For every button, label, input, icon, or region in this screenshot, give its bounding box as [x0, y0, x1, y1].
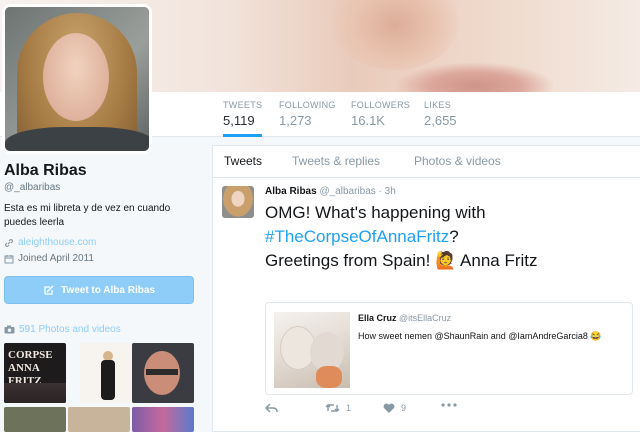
stat-tweets-label: TWEETS — [223, 100, 263, 110]
media-thumbnail-4[interactable] — [4, 407, 66, 432]
profile-joined-row: Joined April 2011 — [4, 253, 94, 264]
tweet-header: Alba Ribas @_albaribas · 3h — [265, 186, 396, 197]
like-button[interactable]: 9 — [383, 403, 406, 413]
quoted-tweet-image[interactable] — [274, 312, 350, 388]
tab-photos-videos[interactable]: Photos & videos — [414, 154, 501, 168]
tweet-text-question: ? — [449, 227, 459, 246]
tweet-author-avatar[interactable] — [222, 186, 254, 218]
quoted-tweet[interactable]: Ella Cruz @itsEllaCruz How sweet nemen @… — [265, 302, 633, 395]
tweet-author-handle[interactable]: @_albaribas — [319, 186, 375, 197]
quoted-tweet-text: How sweet nemen @ShaunRain and @IamAndre… — [358, 331, 602, 341]
retweet-icon — [325, 404, 340, 412]
tweet-text: OMG! What's happening with #TheCorpseOfA… — [265, 201, 635, 273]
media-thumbnail-1[interactable]: CORPSE ANNA FRITZ — [4, 343, 66, 403]
quoted-author-name[interactable]: Ella Cruz — [358, 313, 397, 323]
tweet-author-name[interactable]: Alba Ribas — [265, 186, 317, 197]
stat-likes-value: 2,655 — [424, 113, 457, 128]
camera-icon — [4, 325, 15, 334]
banner-lip-detail — [395, 62, 555, 92]
media-thumbnail-6[interactable] — [132, 407, 194, 432]
heart-icon — [383, 403, 395, 413]
tab-tweets-replies[interactable]: Tweets & replies — [292, 154, 380, 168]
reply-icon — [265, 403, 278, 413]
profile-website-row: aleighthouse.com — [4, 237, 96, 248]
stat-tweets[interactable]: TWEETS 5,119 — [223, 100, 263, 137]
stat-following-label: FOLLOWING — [279, 100, 336, 110]
more-dots-icon — [441, 403, 457, 407]
compose-icon — [44, 285, 54, 295]
banner-face-detail — [330, 0, 460, 70]
tweet-text-line3: Greetings from Spain! 🙋 Anna Fritz — [265, 251, 538, 270]
tweet-hashtag[interactable]: #TheCorpseOfAnnaFritz — [265, 227, 449, 246]
stat-followers-label: FOLLOWERS — [351, 100, 411, 110]
media-thumbnail-5[interactable] — [68, 407, 130, 432]
profile-website-link[interactable]: aleighthouse.com — [18, 237, 96, 248]
stat-followers[interactable]: FOLLOWERS 16.1K — [351, 100, 410, 128]
timeline: Tweets Tweets & replies Photos & videos … — [212, 145, 640, 432]
more-button[interactable] — [441, 403, 457, 407]
profile-joined-text: Joined April 2011 — [18, 253, 94, 264]
retweet-count: 1 — [346, 403, 352, 413]
profile-name[interactable]: Alba Ribas — [4, 162, 87, 180]
reply-button[interactable] — [265, 403, 278, 413]
like-count: 9 — [401, 403, 407, 413]
profile-avatar[interactable] — [2, 4, 152, 154]
photos-videos-link[interactable]: 591 Photos and videos — [4, 324, 121, 335]
stat-tweets-value: 5,119 — [223, 113, 255, 128]
quoted-tweet-header: Ella Cruz @itsEllaCruz — [358, 313, 451, 323]
stat-followers-value: 16.1K — [351, 113, 385, 128]
stat-following[interactable]: FOLLOWING 1,273 — [279, 100, 336, 128]
stat-following-value: 1,273 — [279, 113, 312, 128]
quoted-author-handle[interactable]: @itsEllaCruz — [399, 313, 451, 323]
tab-tweets[interactable]: Tweets — [224, 154, 262, 168]
calendar-icon — [4, 254, 14, 263]
link-icon — [5, 238, 13, 247]
stat-likes-label: LIKES — [424, 100, 452, 110]
tweet-timestamp[interactable]: · 3h — [379, 186, 396, 197]
photos-videos-label: 591 Photos and videos — [19, 324, 121, 335]
retweet-button[interactable]: 1 — [325, 403, 351, 413]
tweet-actions: 1 9 — [265, 401, 625, 421]
tweet-to-button[interactable]: Tweet to Alba Ribas — [4, 276, 194, 304]
stat-likes[interactable]: LIKES 2,655 — [424, 100, 457, 128]
tweet-to-label: Tweet to Alba Ribas — [61, 284, 155, 296]
profile-bio: Esta es mi libreta y de vez en cuando pu… — [4, 203, 171, 228]
profile-handle[interactable]: @_albaribas — [4, 182, 60, 193]
tweet-text-line1: OMG! What's happening with — [265, 203, 486, 222]
timeline-tabs: Tweets Tweets & replies Photos & videos — [213, 146, 640, 178]
media-thumbnail-3[interactable] — [132, 343, 194, 403]
